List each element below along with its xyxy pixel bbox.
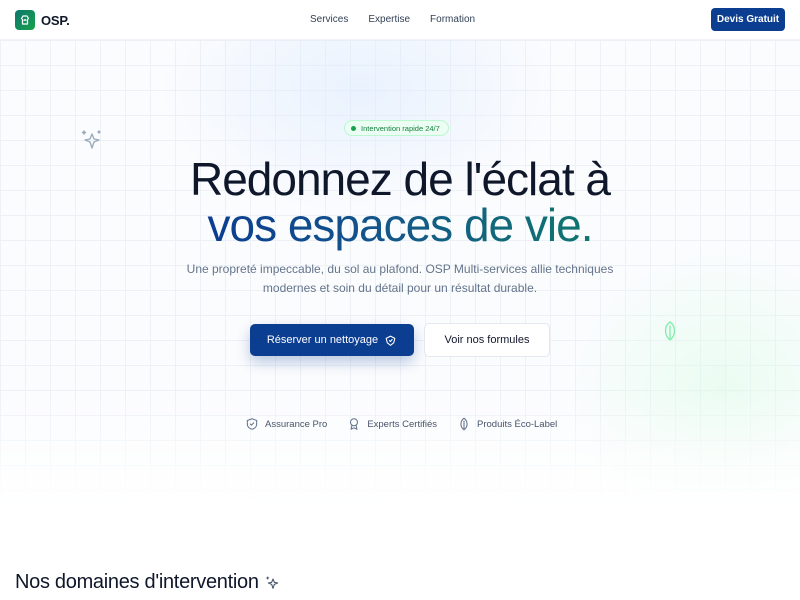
top-navbar: OSP. Services Expertise Formation Devis … xyxy=(0,0,800,40)
trust-label: Produits Éco-Label xyxy=(477,418,558,430)
leaf-icon xyxy=(661,321,679,346)
brand-name: OSP. xyxy=(41,12,70,28)
status-dot-icon xyxy=(351,125,356,131)
book-cleaning-button[interactable]: Réserver un nettoyage xyxy=(250,324,414,356)
award-icon xyxy=(350,418,359,430)
status-badge: Intervention rapide 24/7 xyxy=(344,120,449,136)
trust-item: Assurance Pro xyxy=(245,417,327,431)
trust-item: Experts Certifiés xyxy=(347,417,437,431)
nav-link-expertise[interactable]: Expertise xyxy=(368,14,410,25)
hero-fade xyxy=(0,392,800,512)
section-heading: Nos domaines d'intervention xyxy=(15,571,281,594)
nav-link-services[interactable]: Services xyxy=(310,14,348,25)
brand-logo[interactable]: OSP. xyxy=(15,10,70,30)
trust-indicators: Assurance Pro Experts Certifiés Produits… xyxy=(245,417,557,431)
free-quote-button[interactable]: Devis Gratuit xyxy=(711,8,785,31)
hero-section: Intervention rapide 24/7 Redonnez de l'é… xyxy=(0,40,800,512)
trust-item: Produits Éco-Label xyxy=(457,417,557,431)
badge-label: Intervention rapide 24/7 xyxy=(361,123,440,133)
book-cleaning-label: Réserver un nettoyage xyxy=(266,334,379,346)
tag-icon xyxy=(385,335,396,346)
nav-link-formation[interactable]: Formation xyxy=(430,14,475,25)
nav-links: Services Expertise Formation xyxy=(310,14,475,25)
leaf-icon xyxy=(460,417,468,431)
hero-title-highlight: vos espaces de vie. xyxy=(0,199,800,251)
see-plans-button[interactable]: Voir nos formules xyxy=(424,323,550,357)
shield-check-icon xyxy=(246,418,258,430)
hero-title-highlight-text: vos espaces de vie. xyxy=(207,199,593,251)
section-title: Nos domaines d'intervention xyxy=(15,571,259,593)
trust-label: Assurance Pro xyxy=(265,418,328,430)
logo-icon xyxy=(15,10,35,30)
sparkle-icon xyxy=(265,575,278,589)
hero-title: Redonnez de l'éclat à xyxy=(190,153,611,205)
hero-subtitle: Une propreté impeccable, du sol au plafo… xyxy=(186,262,614,295)
trust-label: Experts Certifiés xyxy=(367,418,437,430)
